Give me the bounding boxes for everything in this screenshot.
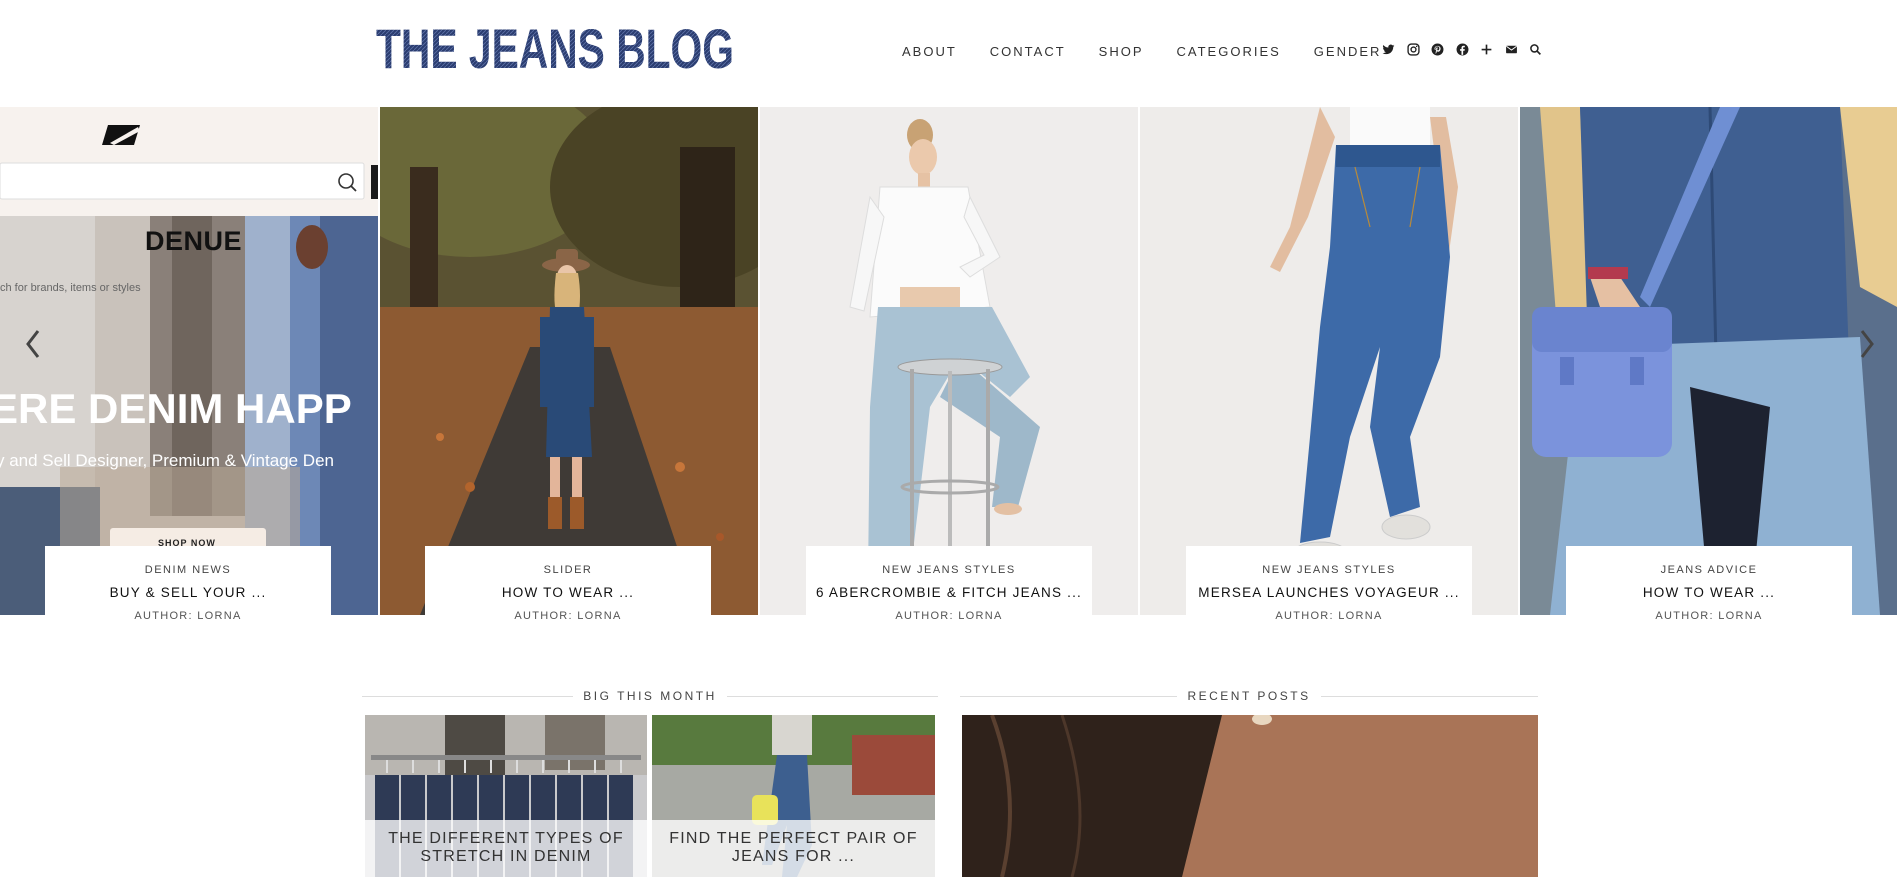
big-post-2[interactable]: FIND THE PERFECT PAIR OF JEANS FOR ... — [652, 715, 935, 877]
denim-shirt-photo — [1520, 107, 1897, 615]
slide-author: AUTHOR: LORNA — [514, 610, 622, 622]
slider-next-arrow[interactable] — [1857, 326, 1877, 362]
slide-card-2[interactable]: SLIDER HOW TO WEAR ... AUTHOR: LORNA — [425, 546, 711, 636]
divider — [362, 695, 574, 697]
slide-card-4[interactable]: NEW JEANS STYLES MERSEA LAUNCHES VOYAGEU… — [1186, 546, 1472, 636]
slide-mersea[interactable] — [1140, 107, 1518, 615]
big-post-caption[interactable]: FIND THE PERFECT PAIR OF JEANS FOR ... — [652, 820, 935, 877]
big-this-month-heading: BIG THIS MONTH — [362, 688, 939, 704]
caption-line: THE DIFFERENT TYPES OF — [388, 830, 624, 847]
site-logo[interactable]: THE JEANS BLOG — [374, 18, 738, 76]
recent-posts-heading: RECENT POSTS — [960, 688, 1539, 704]
big-post-caption[interactable]: THE DIFFERENT TYPES OF STRETCH IN DENIM — [365, 820, 647, 877]
slide-how-to-wear-1[interactable] — [380, 107, 758, 615]
slide-card-5[interactable]: JEANS ADVICE HOW TO WEAR ... AUTHOR: LOR… — [1566, 546, 1852, 636]
slider-prev-arrow[interactable] — [23, 326, 43, 362]
slide-author: AUTHOR: LORNA — [134, 610, 242, 622]
svg-text:y and Sell Designer, Premium &: y and Sell Designer, Premium & Vintage D… — [0, 451, 334, 470]
nav-gender[interactable]: GENDER — [1314, 44, 1382, 59]
autumn-photo — [380, 107, 758, 615]
slide-card-1[interactable]: DENIM NEWS BUY & SELL YOUR ... AUTHOR: L… — [45, 546, 331, 636]
main-nav: ABOUT CONTACT SHOP CATEGORIES GENDER — [902, 44, 1414, 59]
denue-search-placeholder: ch for brands, items or styles — [0, 282, 141, 294]
slide-author: AUTHOR: LORNA — [1655, 610, 1763, 622]
slide-title[interactable]: BUY & SELL YOUR ... — [45, 585, 331, 600]
social-links — [1382, 43, 1554, 56]
slide-abercrombie[interactable] — [760, 107, 1138, 615]
plus-icon[interactable] — [1480, 43, 1493, 56]
svg-text:ERE DENIM HAPP: ERE DENIM HAPP — [0, 385, 352, 432]
mersea-photo — [1140, 107, 1518, 615]
divider — [960, 695, 1178, 697]
slide-title[interactable]: MERSEA LAUNCHES VOYAGEUR ... — [1186, 585, 1472, 600]
email-icon[interactable] — [1505, 43, 1518, 56]
nav-shop[interactable]: SHOP — [1099, 44, 1144, 59]
slide-category[interactable]: NEW JEANS STYLES — [806, 564, 1092, 576]
slide-category[interactable]: DENIM NEWS — [45, 564, 331, 576]
divider — [726, 695, 939, 697]
section-title: RECENT POSTS — [1187, 689, 1311, 703]
slide-author: AUTHOR: LORNA — [1275, 610, 1383, 622]
abercrombie-photo — [760, 107, 1138, 615]
search-icon[interactable] — [1529, 43, 1542, 56]
caption-line: FIND THE PERFECT PAIR OF — [669, 830, 918, 847]
featured-slider: ERE DENIM HAPP y and Sell Designer, Prem… — [0, 107, 1897, 636]
slide-category[interactable]: SLIDER — [425, 564, 711, 576]
slide-how-to-wear-2[interactable] — [1520, 107, 1897, 615]
slide-title[interactable]: 6 ABERCROMBIE & FITCH JEANS ... — [806, 585, 1092, 600]
slide-card-3[interactable]: NEW JEANS STYLES 6 ABERCROMBIE & FITCH J… — [806, 546, 1092, 636]
caption-line: JEANS FOR ... — [731, 848, 856, 865]
divider — [1320, 695, 1539, 697]
big-post-1[interactable]: THE DIFFERENT TYPES OF STRETCH IN DENIM — [365, 715, 647, 877]
site-header: THE JEANS BLOG ABOUT CONTACT SHOP CATEGO… — [0, 0, 1897, 106]
twitter-icon[interactable] — [1382, 43, 1395, 56]
nav-contact[interactable]: CONTACT — [990, 44, 1066, 59]
nav-categories[interactable]: CATEGORIES — [1177, 44, 1281, 59]
denue-brand: DENUE — [145, 226, 243, 256]
nav-about[interactable]: ABOUT — [902, 44, 957, 59]
pinterest-icon[interactable] — [1431, 43, 1444, 56]
slide-title[interactable]: HOW TO WEAR ... — [425, 585, 711, 600]
slide-category[interactable]: JEANS ADVICE — [1566, 564, 1852, 576]
recent-post-image[interactable] — [962, 715, 1538, 877]
slide-category[interactable]: NEW JEANS STYLES — [1186, 564, 1472, 576]
chevron-left-icon — [26, 330, 40, 358]
svg-text:THE JEANS BLOG: THE JEANS BLOG — [376, 18, 734, 76]
slide-title[interactable]: HOW TO WEAR ... — [1566, 585, 1852, 600]
caption-line: STRETCH IN DENIM — [420, 848, 592, 865]
slide-author: AUTHOR: LORNA — [895, 610, 1003, 622]
section-title: BIG THIS MONTH — [583, 689, 717, 703]
facebook-icon[interactable] — [1456, 43, 1469, 56]
recent-post-photo — [962, 715, 1538, 877]
instagram-icon[interactable] — [1406, 43, 1420, 56]
chevron-right-icon — [1860, 330, 1874, 358]
